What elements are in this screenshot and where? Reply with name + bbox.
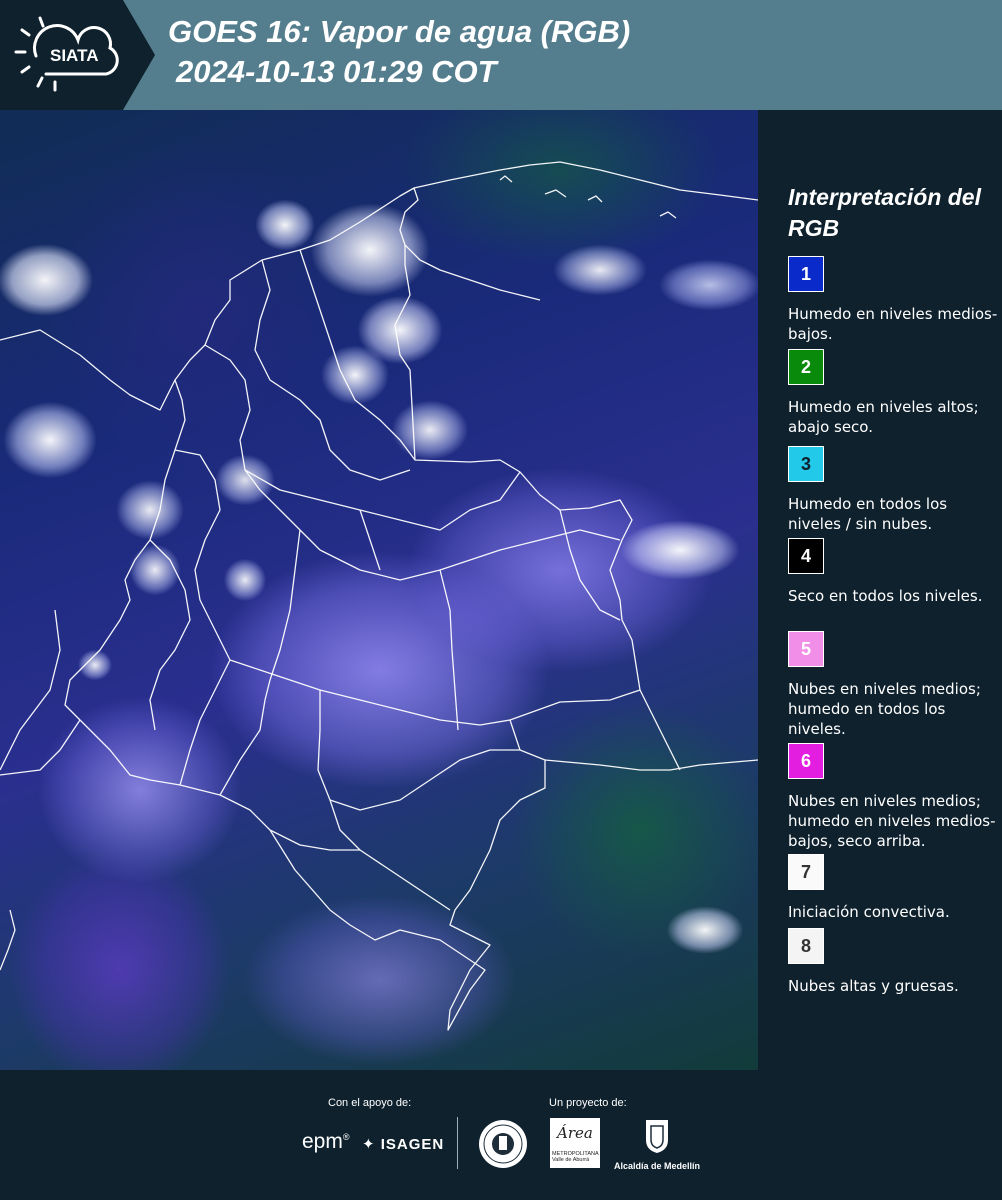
medellin-shield-icon xyxy=(646,1120,668,1153)
siata-logo: SIATA xyxy=(0,0,155,110)
legend-item-7: 7 Iniciación convectiva. xyxy=(788,854,998,922)
satellite-map xyxy=(0,110,758,1070)
legend-label-3: Humedo en todos los niveles / sin nubes. xyxy=(788,495,948,533)
legend-item-3: 3 Humedo en todos los niveles / sin nube… xyxy=(788,446,998,534)
legend-item-4: 4 Seco en todos los niveles. xyxy=(788,538,998,606)
area-logo-subtitle: METROPOLITANA Valle de Aburrá xyxy=(552,1151,599,1163)
legend-label-6: Nubes en niveles medios; humedo en nivel… xyxy=(788,792,996,850)
page-timestamp: 2024-10-13 01:29 COT xyxy=(176,54,497,89)
medellin-seal-logo xyxy=(477,1118,529,1175)
legend-item-5: 5 Nubes en niveles medios; humedo en tod… xyxy=(788,631,998,739)
alcaldia-medellin-logo: Alcaldía de Medellín xyxy=(611,1118,703,1171)
isagen-logo-text: ISAGEN xyxy=(380,1136,445,1153)
footer: Con el apoyo de: Un proyecto de: epm® ✦ … xyxy=(0,1070,1002,1200)
epm-logo-text: epm xyxy=(302,1130,343,1153)
legend-label-5: Nubes en niveles medios; humedo en todos… xyxy=(788,680,981,738)
legend-item-1: 1 Humedo en niveles medios-bajos. xyxy=(788,256,998,344)
legend-swatch-3: 3 xyxy=(788,446,824,482)
epm-logo: epm® xyxy=(302,1130,350,1153)
area-logo-word: Área xyxy=(557,1124,593,1142)
footer-divider xyxy=(457,1117,458,1169)
support-label: Con el apoyo de: xyxy=(328,1097,412,1109)
legend-swatch-7: 7 xyxy=(788,854,824,890)
legend-item-8: 8 Nubes altas y gruesas. xyxy=(788,928,998,996)
area-metropolitana-logo: Área METROPOLITANA Valle de Aburrá xyxy=(550,1118,600,1168)
legend-swatch-1: 1 xyxy=(788,256,824,292)
legend-label-8: Nubes altas y gruesas. xyxy=(788,977,959,995)
project-label: Un proyecto de: xyxy=(549,1097,627,1109)
medellin-label: Alcaldía de Medellín xyxy=(613,1161,701,1171)
rgb-legend: Interpretación del RGB 1 Humedo en nivel… xyxy=(758,110,1002,1070)
colombia-border xyxy=(64,187,641,1031)
legend-swatch-6: 6 xyxy=(788,743,824,779)
isagen-logo: ✦ ISAGEN xyxy=(362,1135,444,1153)
siata-logo-text: SIATA xyxy=(50,46,98,65)
map-boundaries xyxy=(0,161,758,1031)
legend-label-7: Iniciación convectiva. xyxy=(788,903,950,921)
legend-label-1: Humedo en niveles medios-bajos. xyxy=(788,305,998,343)
page-title: GOES 16: Vapor de agua (RGB) xyxy=(168,14,631,49)
legend-title: Interpretación del RGB xyxy=(788,184,981,241)
legend-swatch-4: 4 xyxy=(788,538,824,574)
header-bar: SIATA GOES 16: Vapor de agua (RGB) 2024-… xyxy=(0,0,1002,110)
legend-label-2: Humedo en niveles altos; abajo seco. xyxy=(788,398,979,436)
legend-item-6: 6 Nubes en niveles medios; humedo en niv… xyxy=(788,743,998,851)
legend-swatch-5: 5 xyxy=(788,631,824,667)
legend-swatch-2: 2 xyxy=(788,349,824,385)
legend-swatch-8: 8 xyxy=(788,928,824,964)
legend-label-4: Seco en todos los niveles. xyxy=(788,587,983,605)
legend-item-2: 2 Humedo en niveles altos; abajo seco. xyxy=(788,349,998,437)
isagen-mark-icon: ✦ xyxy=(362,1136,376,1153)
